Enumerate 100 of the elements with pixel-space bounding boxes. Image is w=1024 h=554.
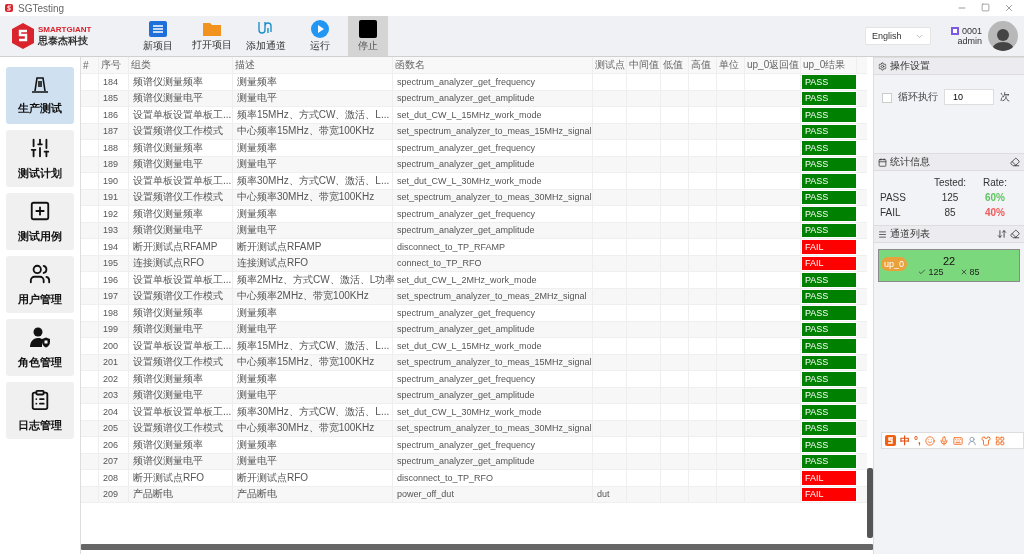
- table-cell: spectrum_analyzer_get_amplitude: [393, 156, 593, 172]
- stop-icon: [359, 19, 377, 38]
- table-cell: connect_to_TP_RFO: [393, 255, 593, 271]
- table-cell: 设置单板设置单板工...: [129, 272, 233, 288]
- settings-icon: [878, 61, 887, 71]
- table-cell: spectrum_analyzer_get_amplitude: [393, 387, 593, 403]
- avatar[interactable]: [988, 21, 1018, 51]
- column-header[interactable]: 单位: [717, 57, 745, 73]
- table-cell: disconnect_to_TP_RFO: [393, 470, 593, 486]
- eraser-icon[interactable]: [1010, 229, 1020, 239]
- stat-header: Tested:: [932, 177, 968, 188]
- section-title: 操作设置: [890, 59, 931, 73]
- column-header[interactable]: 高值: [689, 57, 717, 73]
- sidebar-item[interactable]: 测试用例: [6, 193, 74, 250]
- close-icon[interactable]: [1004, 3, 1014, 13]
- sidebar-item[interactable]: 用户管理: [6, 256, 74, 313]
- pass-count: 125: [918, 266, 944, 277]
- table-cell: spectrum_analyzer_get_frequency: [393, 74, 593, 90]
- column-header[interactable]: up_0结果: [801, 57, 857, 73]
- table-cell: 频谱仪测量频率: [129, 371, 233, 387]
- column-header[interactable]: 组类: [129, 57, 233, 73]
- result-cell: FAIL: [801, 470, 857, 486]
- table-cell: 205: [99, 420, 129, 436]
- table-cell: 频谱仪测量电平: [129, 453, 233, 469]
- stat-header: Rate:: [982, 177, 1008, 188]
- table-cell: 频谱仪测量频率: [129, 305, 233, 321]
- table-cell: 设置频谱仪工作模式: [129, 189, 233, 205]
- table-cell: 频谱仪测量电平: [129, 222, 233, 238]
- column-header[interactable]: 中间值: [627, 57, 661, 73]
- table-cell: 184: [99, 74, 129, 90]
- table-cell: power_off_dut: [393, 486, 593, 502]
- loop-checkbox[interactable]: [882, 93, 892, 103]
- table-cell: 中心频率30MHz、带宽100KHz: [233, 420, 393, 436]
- column-header[interactable]: #: [81, 57, 99, 73]
- table-cell: 产品断电: [233, 486, 393, 502]
- result-cell: PASS: [801, 74, 857, 90]
- app-logo-icon: [4, 3, 14, 13]
- table-cell: 断开测试点RFAMP: [129, 239, 233, 255]
- scrollbar-thumb[interactable]: [867, 468, 873, 538]
- toolbar-button[interactable]: 打开项目: [186, 16, 238, 56]
- table-cell: 断开测试点RFO: [129, 470, 233, 486]
- table-cell: 设置频谱仪工作模式: [129, 123, 233, 139]
- sidebar-item[interactable]: 测试计划: [6, 130, 74, 187]
- keyboard-icon[interactable]: [952, 435, 963, 446]
- table-cell: 206: [99, 437, 129, 453]
- document-icon: [148, 19, 168, 38]
- column-header[interactable]: 低值: [661, 57, 689, 73]
- clipboard-icon: [29, 388, 51, 411]
- language-select[interactable]: English: [864, 27, 931, 45]
- section-title: 通道列表: [890, 227, 931, 241]
- table-cell: 198: [99, 305, 129, 321]
- table-cell: 频谱仪测量电平: [129, 156, 233, 172]
- toolbar-button[interactable]: 添加通道: [240, 16, 292, 56]
- column-header[interactable]: 序号: [99, 57, 129, 73]
- sidebar-item[interactable]: 角色管理: [6, 319, 74, 376]
- table-cell: 频谱仪测量电平: [129, 387, 233, 403]
- unit-label: 次: [1000, 90, 1010, 104]
- table-cell: 频谱仪测量频率: [129, 206, 233, 222]
- sidebar-item[interactable]: 生产测试: [6, 67, 74, 124]
- ime-punctuation[interactable]: °,: [914, 435, 921, 446]
- table-cell: 192: [99, 206, 129, 222]
- user-icon[interactable]: [966, 435, 977, 446]
- eraser-icon[interactable]: [1010, 157, 1020, 167]
- toolbar-button[interactable]: 运行: [294, 16, 346, 56]
- table-cell: 频率30MHz、方式CW、激活、L...: [233, 173, 393, 189]
- column-header[interactable]: up_0返回值: [745, 57, 801, 73]
- table-cell: 188: [99, 140, 129, 156]
- table-cell: spectrum_analyzer_get_amplitude: [393, 90, 593, 106]
- table-cell: 频谱仪测量频率: [129, 437, 233, 453]
- maximize-icon[interactable]: [981, 3, 990, 12]
- sort-icon[interactable]: [997, 229, 1007, 239]
- table-cell: 中心频率15MHz、带宽100KHz: [233, 123, 393, 139]
- table-cell: 207: [99, 453, 129, 469]
- channel-count: 22: [942, 254, 956, 267]
- table-cell: 设置单板设置单板工...: [129, 338, 233, 354]
- toolbar-button[interactable]: 停止: [348, 16, 388, 56]
- channel-badge: up_0: [881, 257, 908, 271]
- table-cell: spectrum_analyzer_get_amplitude: [393, 321, 593, 337]
- horizontal-scrollbar[interactable]: [81, 544, 873, 550]
- loop-count-field[interactable]: 10: [944, 89, 994, 105]
- toolbar-button[interactable]: 新项目: [132, 16, 184, 56]
- smile-icon[interactable]: [924, 435, 935, 446]
- result-cell: PASS: [801, 404, 857, 420]
- column-header[interactable]: 函数名: [393, 57, 593, 73]
- table-cell: 197: [99, 288, 129, 304]
- column-header[interactable]: 描述: [233, 57, 393, 73]
- column-header[interactable]: 测试点: [593, 57, 627, 73]
- mic-icon[interactable]: [938, 435, 949, 446]
- shirt-icon[interactable]: [980, 435, 991, 446]
- result-cell: PASS: [801, 272, 857, 288]
- table-cell: 设置频谱仪工作模式: [129, 420, 233, 436]
- table-cell: 断开测试点RFAMP: [233, 239, 393, 255]
- table-cell: 195: [99, 255, 129, 271]
- table-cell: 断开测试点RFO: [233, 470, 393, 486]
- check-icon: [918, 267, 927, 276]
- table-cell: 中心频率30MHz、带宽100KHz: [233, 189, 393, 205]
- stat-label: FAIL: [880, 207, 902, 218]
- sidebar-item[interactable]: 日志管理: [6, 382, 74, 439]
- channel-card[interactable]: up_0 22 125 85: [878, 249, 1020, 282]
- ime-mode[interactable]: 中: [900, 433, 910, 448]
